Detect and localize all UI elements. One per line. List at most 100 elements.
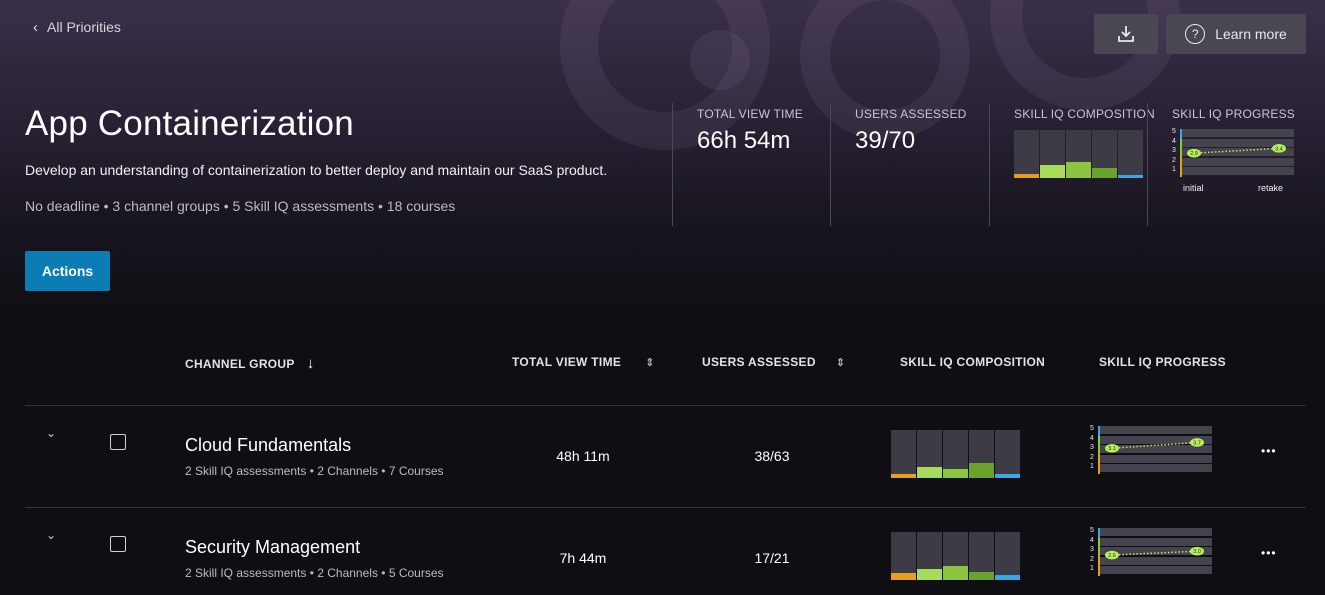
composition-bar-fill	[1092, 168, 1117, 178]
priority-description: Develop an understanding of containeriza…	[25, 162, 608, 178]
composition-bar-fill	[917, 467, 942, 478]
progress-initial-point: 2.9	[1187, 148, 1201, 158]
composition-bar	[1014, 130, 1039, 178]
channel-group-title[interactable]: Cloud Fundamentals	[185, 435, 351, 456]
gear-decoration	[690, 30, 750, 90]
total-view-time-value: 66h 54m	[697, 127, 791, 154]
progress-retake-point: 3.4	[1272, 144, 1286, 153]
back-link-label: All Priorities	[47, 19, 121, 35]
skill-iq-progress-header-label: SKILL IQ PROGRESS	[1099, 355, 1226, 369]
row-total-view-time: 7h 44m	[559, 550, 607, 566]
progress-point-value: 3.4	[1275, 146, 1283, 152]
composition-bar	[1118, 130, 1143, 178]
composition-bar	[891, 430, 916, 478]
composition-bar-fill	[1066, 162, 1091, 178]
progress-trend: 3.1 3.7	[1105, 438, 1204, 453]
composition-bar-fill	[943, 566, 968, 580]
expand-row-chevron-icon[interactable]: ⌄	[46, 426, 56, 440]
progress-trend-line	[1111, 550, 1198, 556]
composition-bar	[969, 430, 994, 478]
back-to-all-priorities-link[interactable]: ‹ All Priorities	[33, 19, 121, 35]
download-button[interactable]	[1094, 14, 1158, 54]
priority-meta: No deadline • 3 channel groups • 5 Skill…	[25, 198, 456, 214]
composition-bar-fill	[891, 573, 916, 580]
row-skill-iq-composition-chart	[891, 532, 1020, 580]
progress-point-value: 2.9	[1190, 151, 1198, 157]
progress-trend-line	[1193, 147, 1280, 154]
column-header-total-view-time[interactable]: TOTAL VIEW TIME ⇕	[512, 355, 655, 369]
progress-initial-point: 2.6	[1105, 550, 1119, 560]
composition-bar	[995, 532, 1020, 580]
stat-divider	[672, 103, 673, 226]
skill-iq-composition-label: SKILL IQ COMPOSITION	[1014, 107, 1155, 121]
row-skill-iq-progress-chart: 5 4 3 2 1 3.1 3.7	[1090, 425, 1212, 474]
composition-bar-fill	[969, 463, 994, 478]
progress-trend: 2.6 3.0	[1105, 546, 1204, 560]
sort-toggle-icon[interactable]: ⇕	[645, 356, 655, 369]
row-checkbox[interactable]	[110, 434, 126, 450]
skill-iq-progress-label: SKILL IQ PROGRESS	[1172, 107, 1295, 121]
skill-iq-composition-chart	[1014, 130, 1143, 178]
progress-trend-line	[1111, 441, 1198, 449]
composition-bar-fill	[969, 572, 994, 580]
question-circle-icon: ?	[1185, 24, 1206, 44]
row-total-view-time: 48h 11m	[556, 448, 610, 464]
composition-bar	[917, 430, 942, 478]
composition-bar-fill	[1014, 174, 1039, 178]
stat-divider	[830, 103, 831, 226]
row-users-assessed: 17/21	[754, 550, 790, 566]
sort-toggle-icon[interactable]: ⇕	[836, 356, 846, 369]
progress-trend: 2.9 3.4	[1187, 144, 1286, 158]
progress-retake-caption: retake	[1258, 183, 1284, 193]
composition-bar	[1066, 130, 1091, 178]
row-checkbox[interactable]	[110, 536, 126, 552]
progress-point-value: 2.6	[1108, 553, 1116, 559]
column-header-users-assessed[interactable]: USERS ASSESSED ⇕	[702, 355, 845, 369]
skill-iq-composition-header-label: SKILL IQ COMPOSITION	[900, 355, 1046, 369]
learn-more-button[interactable]: ? Learn more	[1166, 14, 1306, 54]
progress-point-value: 3.0	[1193, 549, 1201, 555]
channel-group-title[interactable]: Security Management	[185, 537, 360, 558]
channel-group-meta: 2 Skill IQ assessments • 2 Channels • 5 …	[185, 566, 444, 580]
composition-bar	[995, 430, 1020, 478]
column-header-channel-group[interactable]: CHANNEL GROUP ↓	[185, 355, 315, 372]
row-users-assessed: 38/63	[754, 448, 790, 464]
users-assessed-header-label: USERS ASSESSED	[702, 355, 816, 369]
composition-bar	[943, 430, 968, 478]
progress-retake-point: 3.0	[1190, 546, 1204, 556]
progress-initial-caption: initial	[1183, 183, 1204, 193]
composition-bar-fill	[943, 469, 968, 478]
expand-row-chevron-icon[interactable]: ⌄	[46, 528, 56, 542]
composition-bar	[917, 532, 942, 580]
users-assessed-label: USERS ASSESSED	[855, 107, 967, 121]
users-assessed-value: 39/70	[855, 127, 916, 154]
page-title: App Containerization	[25, 104, 354, 143]
stat-divider	[1147, 103, 1148, 226]
row-more-options-button[interactable]: •••	[1261, 444, 1277, 458]
channel-group-meta: 2 Skill IQ assessments • 2 Channels • 7 …	[185, 464, 444, 478]
composition-bar-fill	[995, 474, 1020, 478]
channel-group-header-label: CHANNEL GROUP	[185, 356, 295, 371]
table-row[interactable]: ⌄ Security Management 2 Skill IQ assessm…	[0, 508, 1325, 595]
column-header-skill-iq-progress: SKILL IQ PROGRESS	[1099, 355, 1226, 369]
chevron-left-icon: ‹	[33, 18, 38, 36]
actions-button[interactable]: Actions	[25, 251, 110, 291]
row-skill-iq-progress-chart: 5 4 3 2 1 2.6 3.0	[1090, 527, 1212, 576]
progress-point-value: 3.1	[1108, 446, 1116, 452]
total-view-time-label: TOTAL VIEW TIME	[697, 107, 803, 121]
skill-iq-progress-chart: 5 4 3 2 1 2.9 3.4	[1172, 128, 1294, 177]
composition-bar-fill	[891, 474, 916, 478]
learn-more-label: Learn more	[1215, 26, 1287, 42]
composition-bar	[943, 532, 968, 580]
composition-bar	[1092, 130, 1117, 178]
progress-retake-point: 3.7	[1190, 438, 1204, 447]
composition-bar-fill	[1040, 165, 1065, 178]
composition-bar-fill	[917, 569, 942, 580]
sort-descending-icon[interactable]: ↓	[307, 355, 315, 372]
stat-divider	[989, 103, 990, 226]
total-view-time-header-label: TOTAL VIEW TIME	[512, 355, 622, 369]
row-skill-iq-composition-chart	[891, 430, 1020, 478]
progress-initial-point: 3.1	[1105, 443, 1119, 453]
row-more-options-button[interactable]: •••	[1261, 546, 1277, 560]
table-row[interactable]: ⌄ Cloud Fundamentals 2 Skill IQ assessme…	[0, 406, 1325, 507]
